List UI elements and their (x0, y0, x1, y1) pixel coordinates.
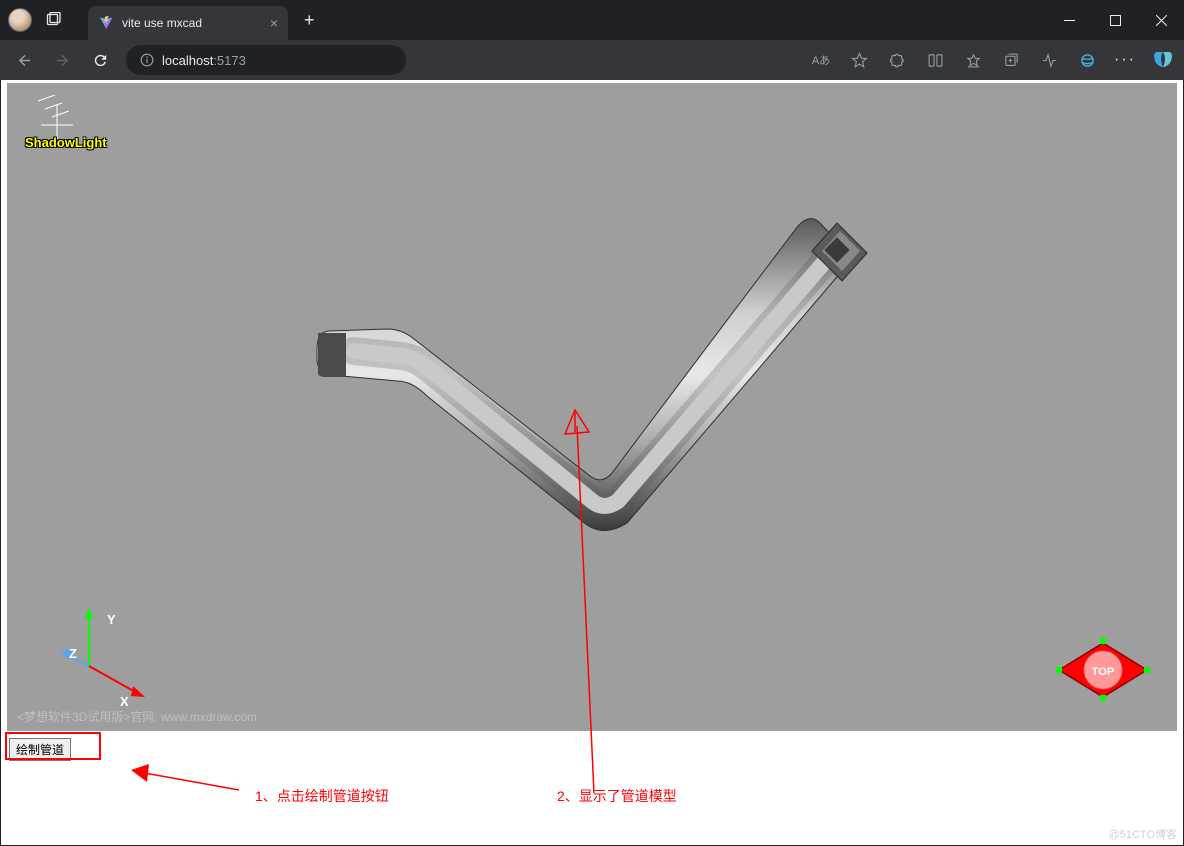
annotation-text-2: 2、显示了管道模型 (557, 786, 677, 806)
performance-icon[interactable] (1032, 43, 1066, 77)
internet-explorer-icon[interactable] (1070, 43, 1104, 77)
copilot-icon[interactable] (1150, 47, 1176, 73)
window-close-button[interactable] (1138, 0, 1184, 40)
favorites-bar-icon[interactable] (956, 43, 990, 77)
draw-pipe-button[interactable]: 绘制管道 (9, 738, 71, 761)
minimize-button[interactable] (1046, 0, 1092, 40)
blog-watermark: @51CTO博客 (1109, 826, 1177, 842)
read-aloud-icon[interactable]: Aあ (804, 43, 838, 77)
collections-icon[interactable] (994, 43, 1028, 77)
tab-actions-icon[interactable] (40, 6, 68, 34)
vite-icon (98, 15, 114, 31)
window-titlebar: vite use mxcad × + (0, 0, 1184, 40)
annotation-arrow-1 (129, 760, 249, 796)
refresh-button[interactable] (84, 44, 116, 76)
browser-tab[interactable]: vite use mxcad × (88, 6, 288, 40)
forward-button (46, 44, 78, 76)
watermark-text: <梦想软件3D试用版>官网: www.mxdraw.com (17, 708, 257, 725)
address-bar: localhost:5173 Aあ ··· (0, 40, 1184, 80)
annotation-arrow-2 (559, 408, 609, 798)
url-text: localhost:5173 (162, 53, 246, 68)
maximize-button[interactable] (1092, 0, 1138, 40)
back-button[interactable] (8, 44, 40, 76)
favorite-icon[interactable] (842, 43, 876, 77)
annotation-text-1: 1、点击绘制管道按钮 (255, 786, 389, 806)
axis-y-label: Y (107, 612, 116, 627)
split-screen-icon[interactable] (918, 43, 952, 77)
view-cube[interactable]: TOP (1053, 635, 1153, 713)
axis-x-label: X (120, 694, 129, 709)
axis-z-label: Z (69, 646, 77, 661)
url-input[interactable]: localhost:5173 (126, 45, 406, 75)
more-icon[interactable]: ··· (1108, 43, 1142, 77)
close-tab-icon[interactable]: × (270, 15, 278, 31)
profile-avatar[interactable] (8, 8, 32, 32)
new-tab-button[interactable]: + (304, 10, 315, 31)
svg-text:TOP: TOP (1092, 666, 1114, 678)
shadowlight-label: ShadowLight (25, 135, 107, 150)
info-icon (140, 53, 154, 67)
tab-title: vite use mxcad (122, 16, 202, 30)
page-content: ShadowLight (1, 80, 1183, 845)
extensions-icon[interactable] (880, 43, 914, 77)
